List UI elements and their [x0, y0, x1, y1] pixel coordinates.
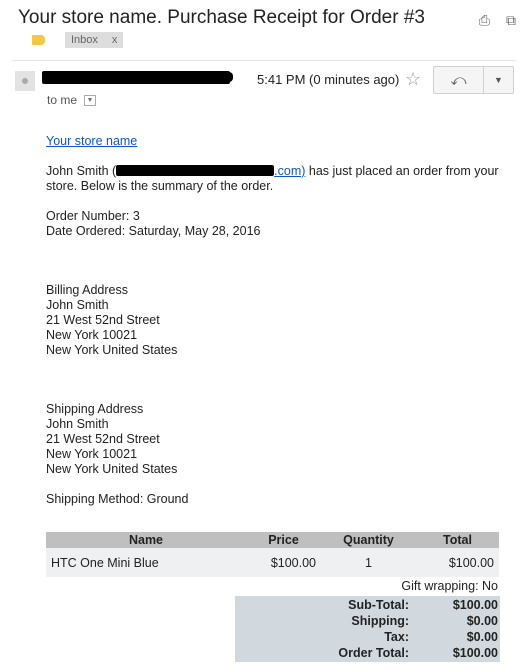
reply-button[interactable]: ⤺ [434, 67, 484, 93]
subtotal-label: Sub-Total: [348, 598, 409, 612]
inbox-label-text: Inbox [71, 34, 98, 46]
item-quantity: 1 [321, 548, 416, 577]
open-in-new-window-icon[interactable]: ⧉ [506, 12, 516, 29]
billing-heading: Billing Address [46, 283, 128, 297]
intro-paragraph: John Smith (.com) has just placed an ord… [46, 164, 499, 193]
billing-city: New York 10021 [46, 328, 138, 342]
order-total-row: Order Total: $100.00 [235, 645, 500, 661]
subtotal-row: Sub-Total: $100.00 [235, 597, 500, 613]
store-link[interactable]: Your store name [46, 134, 137, 148]
subtotal-value: $100.00 [452, 598, 498, 612]
item-total: $100.00 [416, 548, 499, 577]
order-total-label: Order Total: [338, 646, 409, 660]
date-ordered: Date Ordered: Saturday, May 28, 2016 [46, 224, 261, 238]
billing-name: John Smith [46, 298, 109, 312]
order-number: Order Number: 3 [46, 209, 140, 223]
shipping-country: New York United States [46, 462, 178, 476]
shipping-method: Shipping Method: Ground [46, 492, 189, 506]
top-actions: ⎙ ⧉ [479, 12, 516, 29]
recipient-line: to me ▼ [47, 93, 97, 107]
inbox-label-chip[interactable]: Inbox x [65, 32, 124, 48]
shipping-street: 21 West 52nd Street [46, 432, 160, 446]
avatar-head-icon [22, 78, 28, 84]
table-row: HTC One Mini Blue $100.00 1 $100.00 [46, 548, 499, 577]
shipping-name: John Smith [46, 417, 109, 431]
star-icon[interactable]: ☆ [405, 69, 421, 90]
labels-row: Inbox x [32, 32, 124, 48]
shipping-heading: Shipping Address [46, 402, 144, 416]
gift-wrapping: Gift wrapping: No [401, 579, 498, 593]
column-header-name: Name [46, 532, 246, 548]
email-timestamp: 5:41 PM (0 minutes ago) [257, 72, 400, 87]
customer-email-redacted[interactable] [116, 165, 275, 176]
customer-email-tail[interactable]: .com) [274, 164, 305, 178]
shipping-address: Shipping Address John Smith 21 West 52nd… [46, 402, 506, 477]
shipping-cost-label: Shipping: [351, 614, 409, 628]
show-details-dropdown[interactable]: ▼ [84, 94, 97, 106]
column-header-total: Total [416, 532, 499, 548]
order-items-table: Name Price Quantity Total HTC One Mini B… [46, 532, 499, 577]
recipient-text: to me [47, 93, 78, 107]
email-subject: Your store name. Purchase Receipt for Or… [18, 7, 425, 28]
billing-street: 21 West 52nd Street [46, 313, 160, 327]
shipping-city: New York 10021 [46, 447, 138, 461]
billing-address: Billing Address John Smith 21 West 52nd … [46, 283, 506, 358]
column-header-price: Price [246, 532, 321, 548]
customer-name: John Smith [46, 164, 109, 178]
label-tag-icon[interactable] [32, 35, 45, 45]
remove-label-button[interactable]: x [112, 34, 118, 46]
sender-redacted [42, 71, 230, 84]
reply-button-group: ⤺ ▼ [433, 66, 514, 94]
tax-row: Tax: $0.00 [235, 629, 500, 645]
chevron-down-icon: ▼ [494, 75, 503, 85]
billing-country: New York United States [46, 343, 178, 357]
email-body: Your store name John Smith (.com) has ju… [46, 134, 506, 507]
order-totals: Sub-Total: $100.00 Shipping: $0.00 Tax: … [235, 596, 500, 662]
more-options-button[interactable]: ▼ [484, 67, 513, 93]
reply-icon: ⤺ [450, 71, 467, 89]
order-total-value: $100.00 [452, 646, 498, 660]
table-header-row: Name Price Quantity Total [46, 532, 499, 548]
header-divider [12, 60, 516, 61]
shipping-cost-row: Shipping: $0.00 [235, 613, 500, 629]
item-name: HTC One Mini Blue [46, 548, 246, 577]
print-icon[interactable]: ⎙ [479, 12, 490, 29]
column-header-quantity: Quantity [321, 532, 416, 548]
shipping-cost-value: $0.00 [466, 614, 498, 628]
tax-value: $0.00 [466, 630, 498, 644]
item-price: $100.00 [246, 548, 321, 577]
avatar [15, 71, 35, 91]
sender-redacted-tail [205, 72, 233, 82]
tax-label: Tax: [384, 630, 409, 644]
